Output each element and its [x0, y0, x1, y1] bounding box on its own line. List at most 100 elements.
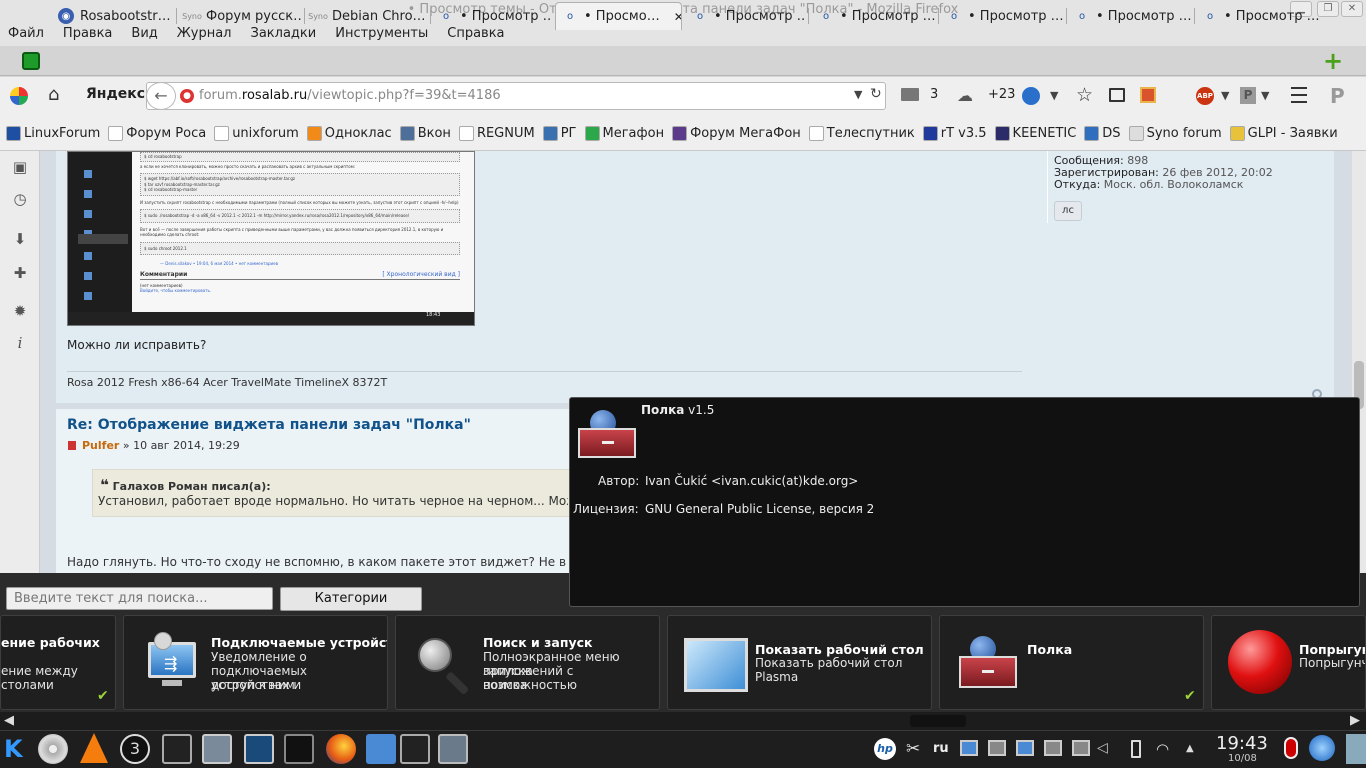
- download-icon[interactable]: ⬇: [10, 229, 30, 249]
- bookmark-item[interactable]: РГ: [542, 125, 577, 141]
- firefox-icon[interactable]: [326, 734, 356, 764]
- vlc-icon[interactable]: [80, 733, 108, 763]
- bookmark-item[interactable]: Телеспутник: [808, 125, 915, 141]
- tab-3[interactable]: Syno Debian Chro…: [304, 2, 428, 30]
- network-disconnected-icon[interactable]: [1072, 740, 1090, 756]
- info-icon[interactable]: i: [10, 333, 30, 353]
- post-author[interactable]: Pulfer: [82, 439, 119, 452]
- back-button[interactable]: ←: [146, 82, 176, 110]
- tab-6[interactable]: ο • Просмотр …: [686, 2, 806, 30]
- post-title[interactable]: Re: Отображение виджета панели задач "По…: [67, 417, 471, 433]
- home-icon[interactable]: ⌂: [48, 86, 66, 104]
- screenshot-icon[interactable]: [1140, 87, 1156, 103]
- categories-button[interactable]: Категории: [280, 587, 422, 611]
- bookmark-item[interactable]: KEENETIC: [994, 125, 1076, 141]
- widget-card-devices[interactable]: ⇶ Подключаемые устройства Уведомление о …: [123, 615, 388, 710]
- bookmark-item[interactable]: Syno forum: [1128, 125, 1222, 141]
- scroll-right-icon[interactable]: ▶: [1350, 713, 1360, 728]
- tab-5-active[interactable]: ο• Просмо…✕: [555, 2, 682, 30]
- dropdown-icon[interactable]: ▼: [1221, 89, 1229, 102]
- maximize-button[interactable]: ❐: [1317, 1, 1339, 17]
- bookmark-item[interactable]: GLPI - Заявки: [1229, 125, 1338, 141]
- url-dropdown-icon[interactable]: ▼: [854, 88, 862, 101]
- scissors-icon[interactable]: ✂: [906, 739, 920, 759]
- clock-time[interactable]: 19:43: [1216, 733, 1268, 754]
- system-monitor-icon[interactable]: [244, 734, 274, 764]
- tab-9[interactable]: ο • Просмотр …: [1068, 2, 1192, 30]
- terminal-icon[interactable]: [400, 734, 430, 764]
- tab-8[interactable]: ο • Просмотр …: [940, 2, 1064, 30]
- pm-button[interactable]: лс: [1054, 201, 1082, 221]
- gear-icon[interactable]: ✹: [10, 301, 30, 321]
- bookmark-item[interactable]: Форум Роса: [108, 125, 206, 141]
- menu-file[interactable]: Файл: [8, 26, 44, 41]
- bookmark-item[interactable]: Одноклас: [306, 125, 392, 141]
- kde-menu-icon[interactable]: K: [4, 734, 30, 764]
- dropdown-icon[interactable]: ▼: [1050, 89, 1058, 102]
- tab-2[interactable]: Syno Форум русск…: [178, 2, 302, 30]
- url-bar[interactable]: forum.rosalab.ru/viewtopic.php?f=39&t=41…: [146, 82, 886, 110]
- battery-icon[interactable]: [1131, 740, 1141, 758]
- widget-card-bouncy-ball[interactable]: Попрыгунч Попрыгунч: [1211, 615, 1366, 710]
- star-icon[interactable]: ▣: [10, 157, 30, 177]
- file-manager-icon[interactable]: [366, 734, 396, 764]
- mail-icon[interactable]: [901, 88, 919, 101]
- ksysguard-icon[interactable]: [284, 734, 314, 764]
- tab-10[interactable]: ο • Просмотр …: [1196, 2, 1320, 30]
- bookmark-item[interactable]: rT v3.5: [922, 125, 987, 141]
- bookmark-item[interactable]: Форум МегаФон: [672, 125, 801, 141]
- network-disconnected-icon[interactable]: [1044, 740, 1062, 756]
- close-tab-icon[interactable]: ✕: [674, 10, 681, 24]
- new-tab-plus-icon[interactable]: +: [1322, 49, 1344, 73]
- bookmark-item[interactable]: REGNUM: [458, 125, 535, 141]
- network-disconnected-icon[interactable]: [988, 740, 1006, 756]
- terminal-icon[interactable]: [162, 734, 192, 764]
- weather-icon[interactable]: ☁: [957, 86, 973, 105]
- widgets-scrollbar[interactable]: ◀ ▶: [0, 712, 1366, 730]
- cashew-icon[interactable]: [1309, 735, 1335, 761]
- tab-4[interactable]: ο • Просмотр …: [432, 2, 552, 30]
- widget-search-input[interactable]: Введите текст для поиска...: [6, 587, 273, 610]
- backup-icon[interactable]: 3: [120, 734, 150, 764]
- bookmark-item[interactable]: DS: [1084, 125, 1121, 141]
- clock-date[interactable]: 10/08: [1228, 753, 1257, 764]
- scroll-thumb[interactable]: [910, 715, 966, 727]
- bookmark-item[interactable]: unixforum: [214, 125, 299, 141]
- widget-card-show-desktop[interactable]: Показать рабочий стол Показать рабочий с…: [667, 615, 932, 710]
- bookmark-star-icon[interactable]: ☆: [1076, 84, 1093, 106]
- green-app-icon[interactable]: [22, 52, 40, 70]
- hp-icon[interactable]: hp: [874, 738, 896, 760]
- pocket-icon[interactable]: P: [1240, 87, 1256, 104]
- wifi-icon[interactable]: ◠: [1156, 740, 1169, 758]
- bookmarks-list-icon[interactable]: [1109, 88, 1125, 102]
- dropdown-icon[interactable]: ▼: [1261, 89, 1269, 102]
- disc-icon[interactable]: [38, 734, 68, 764]
- network-icon[interactable]: [1016, 740, 1034, 756]
- close-window-button[interactable]: ✕: [1341, 1, 1363, 17]
- puzzle-icon[interactable]: ✚: [10, 263, 30, 283]
- reload-icon[interactable]: ↻: [870, 86, 882, 102]
- volume-icon[interactable]: ◁: [1097, 740, 1108, 756]
- notification-icon[interactable]: [1284, 737, 1298, 759]
- bookmark-item[interactable]: Вкон: [399, 125, 451, 141]
- system-settings-icon[interactable]: [438, 734, 468, 764]
- widget-card-search-launch[interactable]: Поиск и запуск Полноэкранное меню запуск…: [395, 615, 660, 710]
- desktop-pager-icon[interactable]: [1346, 734, 1366, 764]
- tab-1[interactable]: ◉ Rosabootstr…: [52, 2, 174, 30]
- p-addon-icon[interactable]: P: [1330, 84, 1345, 108]
- scroll-left-icon[interactable]: ◀: [4, 713, 14, 728]
- network-icon[interactable]: [960, 740, 978, 756]
- bookmark-item[interactable]: LinuxForum: [6, 125, 100, 141]
- tab-7[interactable]: ο • Просмотр …: [812, 2, 936, 30]
- tray-expand-icon[interactable]: ▲: [1186, 743, 1194, 754]
- settings-icon[interactable]: [202, 734, 232, 764]
- hamburger-menu-icon[interactable]: [1291, 87, 1307, 103]
- translate-icon[interactable]: [1022, 87, 1040, 105]
- keyboard-layout[interactable]: ru: [933, 741, 949, 756]
- adblock-icon[interactable]: ABP: [1196, 87, 1214, 105]
- bookmark-item[interactable]: Мегафон: [584, 125, 664, 141]
- browser-logo-icon[interactable]: [10, 87, 28, 105]
- yandex-logo[interactable]: Яндекс: [86, 86, 145, 102]
- widget-card-virtual-desktops[interactable]: ение рабочих ение между столами ✔: [0, 615, 116, 710]
- widget-card-polka[interactable]: Полка ✔: [939, 615, 1204, 710]
